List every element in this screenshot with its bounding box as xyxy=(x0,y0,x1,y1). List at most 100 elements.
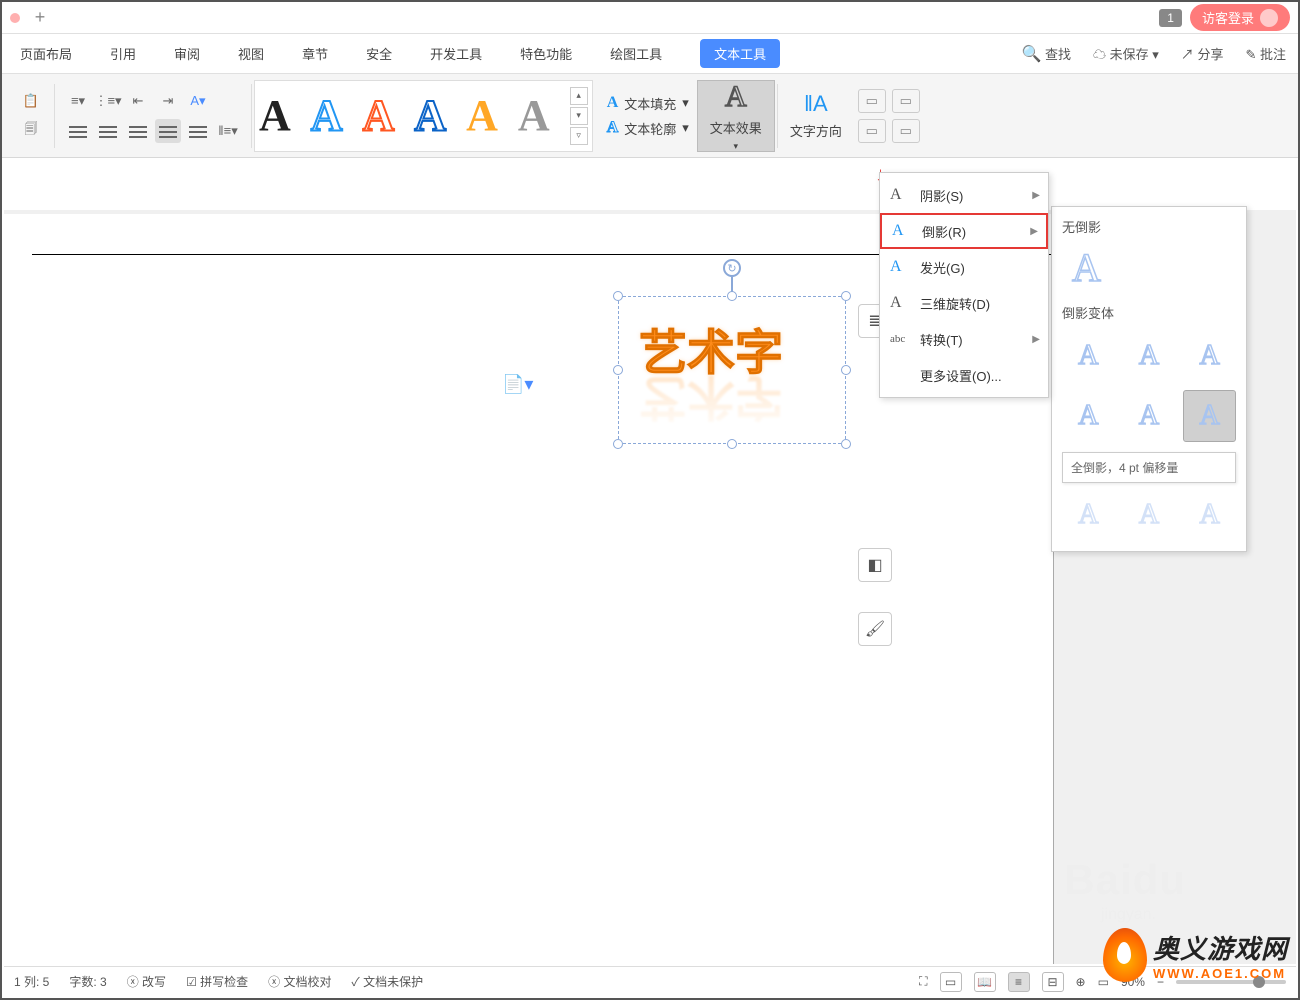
copy-icon[interactable]: 🗐 xyxy=(18,119,44,143)
status-protect[interactable]: ✓ 文档未保护 xyxy=(352,973,424,990)
format-painter-icon[interactable]: 🖌 xyxy=(858,612,892,646)
reflection-variant-7[interactable]: A xyxy=(1062,489,1115,541)
reflection-variant-6[interactable]: A xyxy=(1183,390,1236,442)
align-right-icon[interactable] xyxy=(125,119,151,143)
globe-icon[interactable]: ⊕ xyxy=(1076,975,1086,989)
window-close-dot[interactable] xyxy=(10,13,20,23)
menu-features[interactable]: 特色功能 xyxy=(520,44,572,63)
reflection-tooltip: 全倒影，4 pt 偏移量 xyxy=(1062,452,1236,483)
view-read-icon[interactable]: ▭ xyxy=(940,972,962,992)
wordart-style-4[interactable]: A xyxy=(414,90,446,141)
text-effect-menu: A阴影(S)▶ A倒影(R)▶ A发光(G) A三维旋转(D) abc转换(T)… xyxy=(879,172,1049,398)
wrap-2-icon[interactable]: ▭ xyxy=(892,89,920,113)
wordart-style-5[interactable]: A xyxy=(466,90,498,141)
resize-handle[interactable] xyxy=(727,291,737,301)
align-distribute-icon[interactable] xyxy=(185,119,211,143)
reflection-variant-1[interactable]: A xyxy=(1062,330,1115,382)
paste-icon[interactable]: 📋 xyxy=(18,89,44,113)
menu-glow[interactable]: A发光(G) xyxy=(880,249,1048,285)
bullet-list-icon[interactable]: ≡▾ xyxy=(65,89,91,113)
resize-handle[interactable] xyxy=(613,365,623,375)
menu-drawing[interactable]: 绘图工具 xyxy=(610,44,662,63)
align-justify-icon[interactable] xyxy=(155,119,181,143)
unsaved-button[interactable]: ☁ 未保存 ▾ xyxy=(1093,44,1159,63)
resize-handle[interactable] xyxy=(841,365,851,375)
status-word-count[interactable]: 字数: 3 xyxy=(69,973,106,990)
reflection-panel: 无倒影 A 倒影变体 A A A A A A 全倒影，4 pt 偏移量 A A … xyxy=(1051,206,1247,552)
list-align-group: ≡▾ ⋮≡▾ ⇤ ⇥ A▾ ‖≡▾ xyxy=(57,83,249,149)
indent-left-icon[interactable]: ⇤ xyxy=(125,89,151,113)
resize-handle[interactable] xyxy=(841,439,851,449)
menu-reflection[interactable]: A倒影(R)▶ xyxy=(880,213,1048,249)
view-print-icon[interactable]: 📖 xyxy=(974,972,996,992)
menu-references[interactable]: 引用 xyxy=(110,44,136,63)
wordart-style-3[interactable]: A xyxy=(363,90,395,141)
menu-more-settings[interactable]: 更多设置(O)... xyxy=(880,357,1048,393)
fullscreen-icon[interactable]: ⛶ xyxy=(919,974,927,989)
fill-options-icon[interactable]: ◧ xyxy=(858,548,892,582)
wrap-1-icon[interactable]: ▭ xyxy=(858,89,886,113)
wordart-selection-box[interactable]: ↻ 艺术字 艺术字 xyxy=(618,296,846,444)
text-fill-button[interactable]: A 文本填充 ▾ xyxy=(607,94,689,113)
status-spellcheck[interactable]: ☑ 拼写检查 xyxy=(186,973,248,990)
number-list-icon[interactable]: ⋮≡▾ xyxy=(95,89,121,113)
new-tab-button[interactable]: + xyxy=(28,6,52,30)
resize-handle[interactable] xyxy=(613,439,623,449)
text-outline-button[interactable]: A 文本轮廓 ▾ xyxy=(607,119,689,138)
align-left-icon[interactable] xyxy=(65,119,91,143)
annotate-button[interactable]: ✎ 批注 xyxy=(1245,44,1286,63)
status-rewrite[interactable]: ⓧ 改写 xyxy=(127,973,166,990)
wordart-style-6[interactable]: A xyxy=(518,90,550,141)
no-reflection-option[interactable]: A xyxy=(1072,244,1236,291)
status-proof[interactable]: ⓧ 文档校对 xyxy=(268,973,331,990)
guest-login-button[interactable]: 访客登录 xyxy=(1190,4,1290,31)
view-web-icon[interactable]: ≡ xyxy=(1008,972,1030,992)
align-center-icon[interactable] xyxy=(95,119,121,143)
wordart-style-1[interactable]: A xyxy=(259,90,291,141)
menu-shadow[interactable]: A阴影(S)▶ xyxy=(880,177,1048,213)
resize-handle[interactable] xyxy=(727,439,737,449)
resize-handle[interactable] xyxy=(841,291,851,301)
reflection-variant-5[interactable]: A xyxy=(1123,390,1176,442)
view-outline-icon[interactable]: ⊟ xyxy=(1042,972,1064,992)
reflection-variant-2[interactable]: A xyxy=(1123,330,1176,382)
status-column[interactable]: 1 列: 5 xyxy=(14,973,49,990)
menu-review[interactable]: 审阅 xyxy=(174,44,200,63)
site-logo: 奥义游戏网 WWW.AOE1.COM xyxy=(1103,928,1288,982)
search-button[interactable]: 🔍 查找 xyxy=(1021,44,1071,64)
menu-page-layout[interactable]: 页面布局 xyxy=(20,44,72,63)
wrap-group: ▭ ▭ ▭ ▭ xyxy=(852,83,926,149)
shadow-icon: A xyxy=(890,186,910,204)
menu-security[interactable]: 安全 xyxy=(366,44,392,63)
menu-chapters[interactable]: 章节 xyxy=(302,44,328,63)
wrap-4-icon[interactable]: ▭ xyxy=(892,119,920,143)
reflection-variant-3[interactable]: A xyxy=(1183,330,1236,382)
text-effect-button[interactable]: A 文本效果▾ xyxy=(697,80,775,152)
text-color-icon[interactable]: A▾ xyxy=(185,89,211,113)
wordart-gallery: A A A A A A ▴▾▿ xyxy=(254,80,593,152)
menu-view[interactable]: 视图 xyxy=(238,44,264,63)
gallery-scroll[interactable]: ▴▾▿ xyxy=(570,87,588,145)
logo-text-en: WWW.AOE1.COM xyxy=(1153,966,1288,981)
flame-icon xyxy=(1103,928,1147,982)
rotate-handle-icon[interactable]: ↻ xyxy=(723,259,741,277)
text-direction-button[interactable]: ‖A 文字方向 xyxy=(780,85,852,146)
menu-transform[interactable]: abc转换(T)▶ xyxy=(880,321,1048,357)
baidu-watermark: Baidu xyxy=(1064,856,1186,904)
wrap-3-icon[interactable]: ▭ xyxy=(858,119,886,143)
logo-text-cn: 奥义游戏网 xyxy=(1153,929,1288,966)
menu-devtools[interactable]: 开发工具 xyxy=(430,44,482,63)
menu-text-tools[interactable]: 文本工具 xyxy=(700,39,780,68)
text-fill-outline-group: A 文本填充 ▾ A 文本轮廓 ▾ xyxy=(599,90,697,142)
reflection-variant-9[interactable]: A xyxy=(1183,489,1236,541)
wordart-style-2[interactable]: A xyxy=(311,90,343,141)
reflection-variant-4[interactable]: A xyxy=(1062,390,1115,442)
resize-handle[interactable] xyxy=(613,291,623,301)
indent-right-icon[interactable]: ⇥ xyxy=(155,89,181,113)
share-button[interactable]: ↗ 分享 xyxy=(1181,44,1224,63)
reflection-variant-8[interactable]: A xyxy=(1123,489,1176,541)
no-reflection-label: 无倒影 xyxy=(1062,217,1236,236)
notification-badge[interactable]: 1 xyxy=(1159,9,1182,27)
menu-3d-rotate[interactable]: A三维旋转(D) xyxy=(880,285,1048,321)
line-spacing-icon[interactable]: ‖≡▾ xyxy=(215,119,241,143)
